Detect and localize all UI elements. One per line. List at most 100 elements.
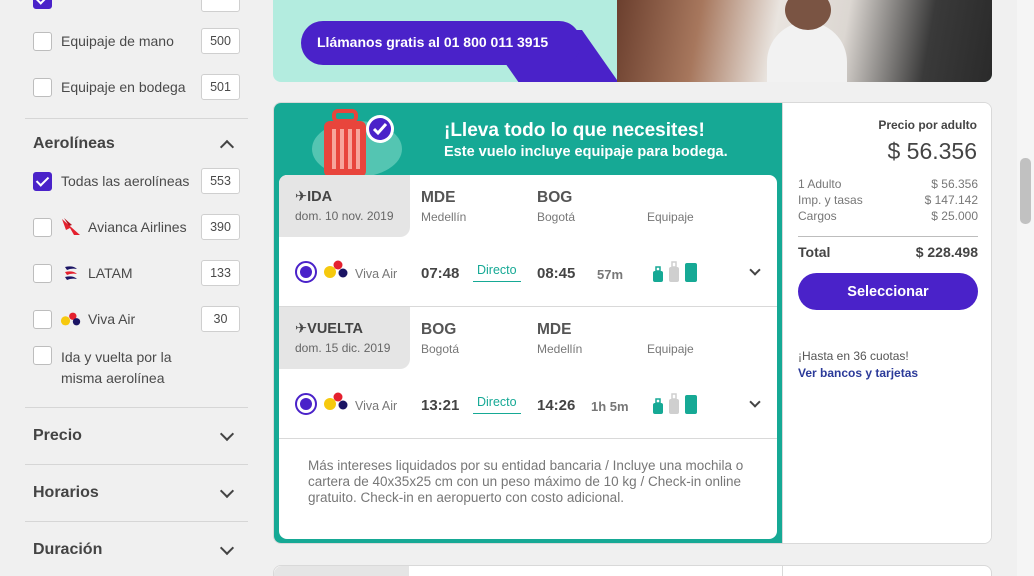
destination-city: Medellín: [537, 342, 583, 356]
section-title-airlines[interactable]: Aerolíneas: [33, 135, 115, 153]
arrival-time: 14:26: [537, 397, 576, 414]
stops-label[interactable]: Directo: [473, 395, 521, 414]
filter-all-airlines[interactable]: Todas las aerolíneas 553: [33, 168, 240, 194]
chevron-down-icon[interactable]: [219, 483, 235, 499]
viva-air-logo-icon: [60, 309, 82, 329]
destination-code: MDE: [537, 321, 572, 338]
flight-option-row[interactable]: Viva Air 13:21 Directo 14:26 1h 5m: [279, 373, 777, 433]
fare-conditions-note: Más intereses liquidados por su entidad …: [308, 458, 744, 505]
flight-radio-selected[interactable]: [295, 261, 317, 283]
checkbox[interactable]: [33, 346, 52, 365]
chevron-down-icon[interactable]: [219, 426, 235, 442]
leg-tag-return: ✈VUELTA dom. 15 dic. 2019: [279, 307, 410, 369]
line-label: 1 Adulto: [798, 177, 842, 191]
stops-label[interactable]: Directo: [473, 263, 521, 282]
leg-tag-outbound: ✈IDA dom. 10 nov. 2019: [279, 175, 410, 237]
line-value: $ 147.142: [924, 193, 978, 207]
baggage-icons: [653, 261, 697, 282]
checkbox[interactable]: [33, 31, 52, 51]
checkbox[interactable]: [33, 0, 52, 9]
filter-count: 30: [201, 306, 240, 332]
filter-latam[interactable]: LATAM 133: [33, 260, 240, 286]
origin-code: MDE: [421, 189, 456, 206]
leg-date: dom. 15 dic. 2019: [295, 341, 391, 355]
checkbox[interactable]: [33, 217, 52, 237]
origin-city: Medellín: [421, 210, 467, 224]
chevron-up-icon[interactable]: [219, 139, 235, 155]
filter-row-partial[interactable]: [33, 0, 240, 12]
filter-label: Equipaje en bodega: [61, 79, 186, 95]
filter-carry-on[interactable]: Equipaje de mano 500: [33, 28, 240, 54]
divider: [25, 118, 248, 119]
divider: [25, 521, 248, 522]
flight-result-card: ¡Lleva todo lo que necesites! Este vuelo…: [273, 102, 992, 544]
filter-count: 390: [201, 214, 240, 240]
filters-sidebar: Equipaje de mano 500 Equipaje en bodega …: [25, 0, 248, 576]
leg-title: ✈VUELTA: [295, 321, 363, 337]
divider: [782, 566, 783, 576]
filter-checked-bag[interactable]: Equipaje en bodega 501: [33, 74, 240, 100]
filter-count: 500: [201, 28, 240, 54]
chevron-down-icon[interactable]: [219, 540, 235, 556]
chevron-down-icon[interactable]: [749, 264, 761, 276]
divider: [25, 464, 248, 465]
promo-area: ¡Lleva todo lo que necesites! Este vuelo…: [274, 103, 782, 543]
promo-title: ¡Lleva todo lo que necesites!: [444, 120, 705, 141]
section-title-price[interactable]: Precio: [33, 427, 82, 445]
total-value: $ 228.498: [915, 244, 978, 260]
baggage-label: Equipaje: [647, 210, 694, 224]
filter-label: Todas las aerolíneas: [61, 173, 190, 189]
flight-radio-selected[interactable]: [295, 393, 317, 415]
filter-count: 501: [201, 74, 240, 100]
filter-label: Avianca Airlines: [88, 219, 187, 235]
call-banner: Llámanos gratis al 01 800 011 3915: [273, 0, 992, 82]
section-title-schedules[interactable]: Horarios: [33, 484, 99, 502]
departure-time: 13:21: [421, 397, 460, 414]
filter-viva-air[interactable]: Viva Air 30: [33, 306, 240, 332]
checkbox[interactable]: [33, 263, 52, 283]
checkbox-checked[interactable]: [33, 171, 52, 191]
price-per-adult: $ 56.356: [887, 138, 977, 164]
next-flight-card: [273, 565, 992, 576]
banks-cards-link[interactable]: Ver bancos y tarjetas: [798, 366, 918, 380]
next-card-tag: [274, 566, 409, 576]
promo-subtitle: Este vuelo incluye equipaje para bodega.: [444, 144, 728, 160]
itinerary-panel: ✈IDA dom. 10 nov. 2019 MDE Medellín BOG …: [279, 175, 777, 539]
leg-title: ✈IDA: [295, 189, 333, 205]
photo-person: [767, 22, 847, 82]
filter-label: Equipaje de mano: [61, 33, 174, 49]
filter-count: 553: [201, 168, 240, 194]
avianca-logo-icon: [60, 217, 82, 237]
filter-count: [201, 0, 240, 12]
filter-label: Viva Air: [88, 311, 136, 327]
checkbox[interactable]: [33, 309, 52, 329]
suitcase-icon: [324, 109, 394, 177]
banner-phone-text[interactable]: Llámanos gratis al 01 800 011 3915: [317, 34, 548, 50]
scrollbar-thumb[interactable]: [1020, 158, 1031, 224]
price-total: Total $ 228.498: [798, 244, 978, 260]
section-title-duration[interactable]: Duración: [33, 541, 102, 559]
baggage-icons: [653, 393, 697, 414]
destination-code: BOG: [537, 189, 573, 206]
flight-option-row[interactable]: Viva Air 07:48 Directo 08:45 57m: [279, 241, 777, 301]
chevron-down-icon[interactable]: [749, 396, 761, 408]
departure-time: 07:48: [421, 265, 460, 282]
line-label: Imp. y tasas: [798, 193, 863, 207]
airline-name: Viva Air: [355, 399, 397, 413]
leg-date: dom. 10 nov. 2019: [295, 209, 394, 223]
checkbox[interactable]: [33, 77, 52, 97]
viva-air-logo-icon: [324, 260, 348, 278]
destination-city: Bogotá: [537, 210, 576, 224]
installments-text: ¡Hasta en 36 cuotas!: [798, 349, 909, 363]
origin-city: Bogotá: [421, 342, 460, 356]
banner-photo: [617, 0, 992, 82]
total-label: Total: [798, 244, 831, 260]
viva-air-logo-icon: [324, 392, 348, 410]
airline-name: Viva Air: [355, 267, 397, 281]
filter-avianca[interactable]: Avianca Airlines 390: [33, 214, 240, 240]
flight-duration: 57m: [597, 267, 624, 282]
line-value: $ 25.000: [931, 209, 978, 223]
select-button[interactable]: Seleccionar: [798, 273, 978, 310]
page-scrollbar[interactable]: [1017, 0, 1034, 576]
price-breakdown-line: Cargos $ 25.000: [798, 209, 978, 223]
